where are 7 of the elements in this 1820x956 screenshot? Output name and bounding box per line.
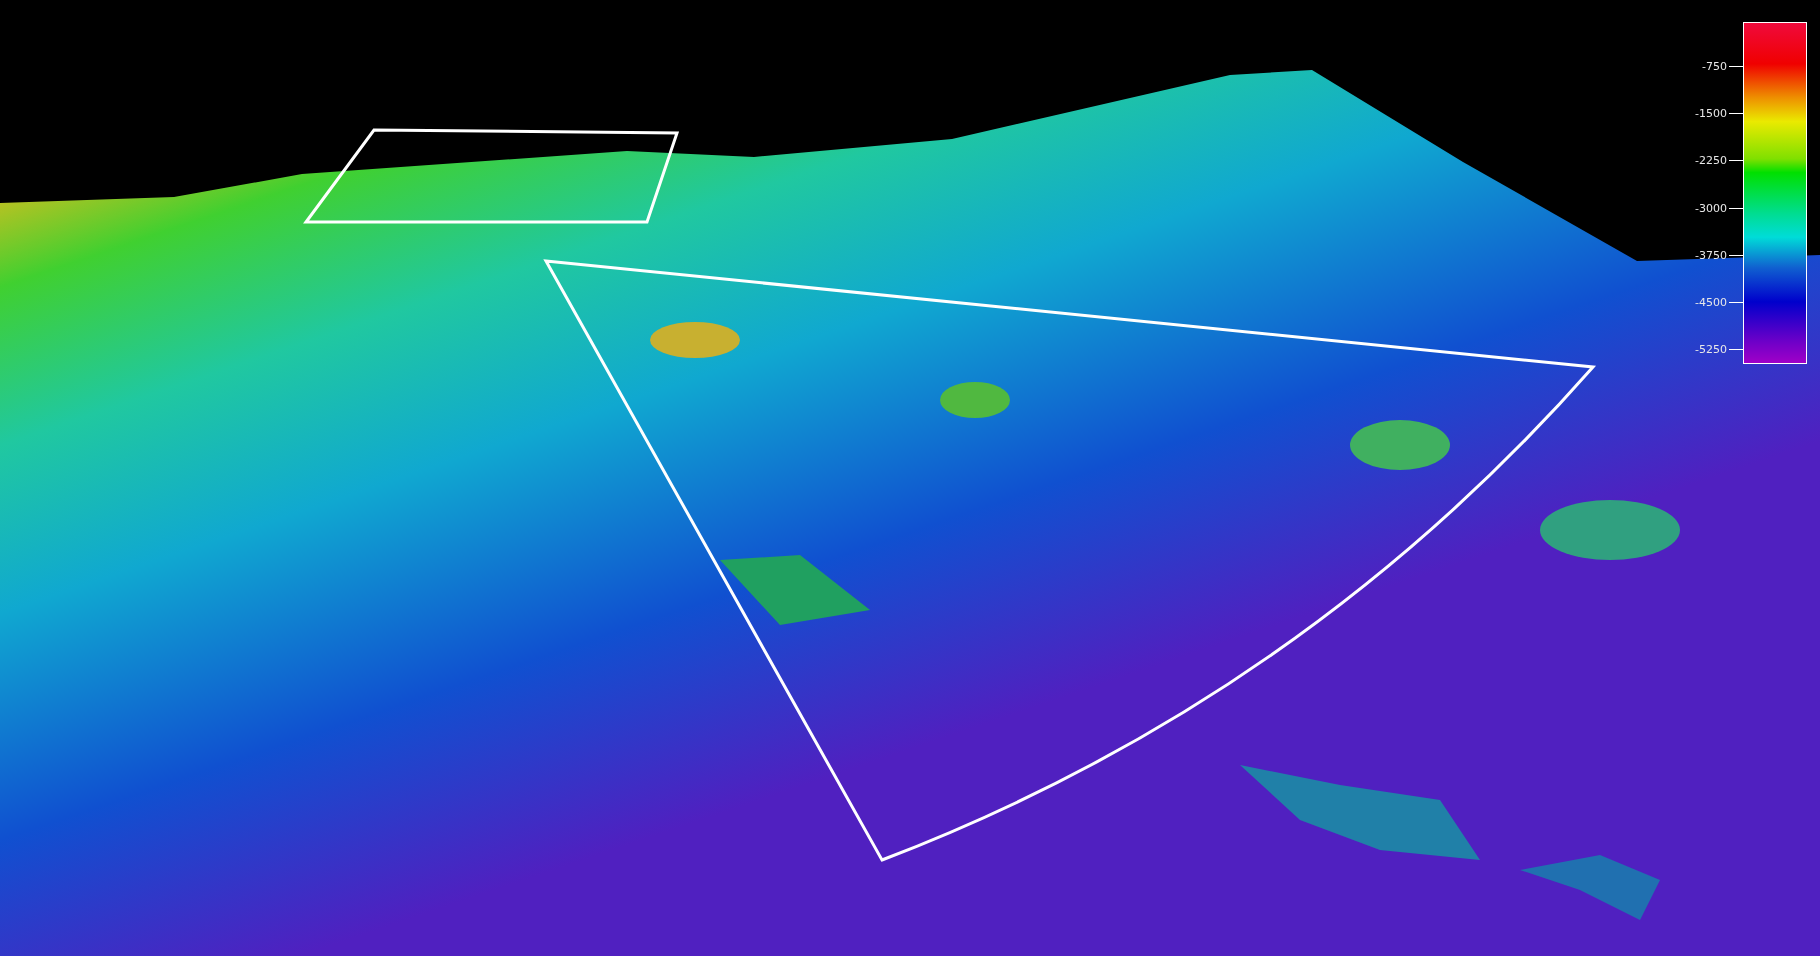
legend-label: -750 — [1702, 61, 1728, 73]
legend-label: -5250 — [1695, 344, 1728, 356]
legend-label: -2250 — [1695, 155, 1728, 167]
legend-label: -1500 — [1695, 108, 1728, 120]
legend-label: -3750 — [1695, 249, 1728, 261]
legend-label: -3000 — [1695, 202, 1728, 214]
legend-label: -4500 — [1695, 297, 1728, 309]
